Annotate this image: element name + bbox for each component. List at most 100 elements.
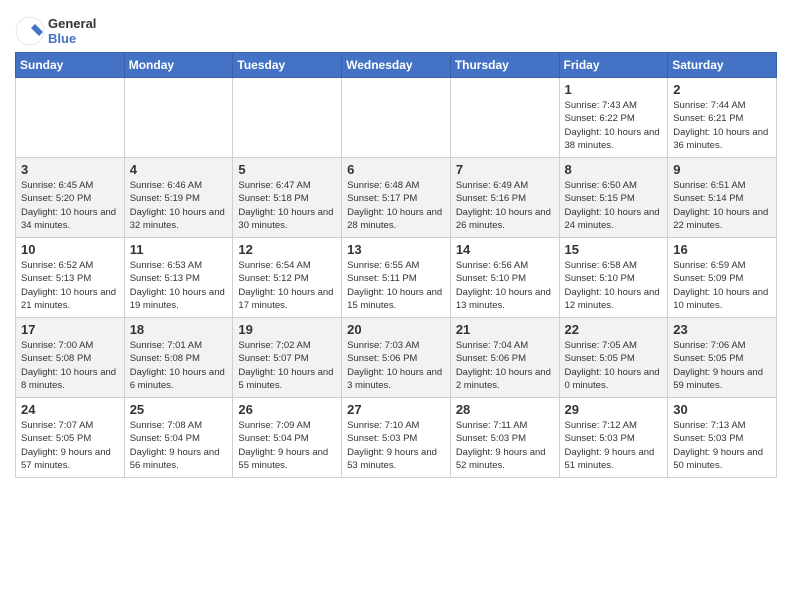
day-cell xyxy=(233,78,342,158)
day-info: Sunrise: 7:43 AM Sunset: 6:22 PM Dayligh… xyxy=(565,99,663,152)
day-number: 24 xyxy=(21,402,119,417)
day-number: 29 xyxy=(565,402,663,417)
header: General Blue xyxy=(15,10,777,46)
day-cell: 21 Sunrise: 7:04 AM Sunset: 5:06 PM Dayli… xyxy=(450,318,559,398)
day-cell: 8 Sunrise: 6:50 AM Sunset: 5:15 PM Daylig… xyxy=(559,158,668,238)
header-row: SundayMondayTuesdayWednesdayThursdayFrid… xyxy=(16,53,777,78)
day-info: Sunrise: 6:51 AM Sunset: 5:14 PM Dayligh… xyxy=(673,179,771,232)
day-info: Sunrise: 6:53 AM Sunset: 5:13 PM Dayligh… xyxy=(130,259,228,312)
day-info: Sunrise: 7:44 AM Sunset: 6:21 PM Dayligh… xyxy=(673,99,771,152)
day-number: 9 xyxy=(673,162,771,177)
day-info: Sunrise: 6:54 AM Sunset: 5:12 PM Dayligh… xyxy=(238,259,336,312)
day-cell xyxy=(342,78,451,158)
day-cell: 3 Sunrise: 6:45 AM Sunset: 5:20 PM Daylig… xyxy=(16,158,125,238)
day-cell: 30Sunrise: 7:13 AM Sunset: 5:03 PM Dayli… xyxy=(668,398,777,478)
header-thursday: Thursday xyxy=(450,53,559,78)
day-cell: 27 Sunrise: 7:10 AM Sunset: 5:03 PM Dayli… xyxy=(342,398,451,478)
week-row-1: 1 Sunrise: 7:43 AM Sunset: 6:22 PM Daylig… xyxy=(16,78,777,158)
day-cell xyxy=(16,78,125,158)
day-cell: 25Sunrise: 7:08 AM Sunset: 5:04 PM Dayli… xyxy=(124,398,233,478)
logo-general-text: General xyxy=(48,16,96,31)
day-number: 4 xyxy=(130,162,228,177)
day-cell: 1 Sunrise: 7:43 AM Sunset: 6:22 PM Daylig… xyxy=(559,78,668,158)
day-info: Sunrise: 7:04 AM Sunset: 5:06 PM Dayligh… xyxy=(456,339,554,392)
header-sunday: Sunday xyxy=(16,53,125,78)
day-cell: 16Sunrise: 6:59 AM Sunset: 5:09 PM Dayli… xyxy=(668,238,777,318)
day-number: 21 xyxy=(456,322,554,337)
day-cell: 15 Sunrise: 6:58 AM Sunset: 5:10 PM Dayli… xyxy=(559,238,668,318)
day-number: 5 xyxy=(238,162,336,177)
day-number: 6 xyxy=(347,162,445,177)
day-number: 7 xyxy=(456,162,554,177)
day-number: 2 xyxy=(673,82,771,97)
day-cell: 9 Sunrise: 6:51 AM Sunset: 5:14 PM Daylig… xyxy=(668,158,777,238)
header-wednesday: Wednesday xyxy=(342,53,451,78)
day-cell: 6 Sunrise: 6:48 AM Sunset: 5:17 PM Daylig… xyxy=(342,158,451,238)
day-number: 10 xyxy=(21,242,119,257)
week-row-2: 3 Sunrise: 6:45 AM Sunset: 5:20 PM Daylig… xyxy=(16,158,777,238)
day-cell: 7Sunrise: 6:49 AM Sunset: 5:16 PM Daylig… xyxy=(450,158,559,238)
day-number: 18 xyxy=(130,322,228,337)
day-cell xyxy=(450,78,559,158)
day-cell: 29Sunrise: 7:12 AM Sunset: 5:03 PM Dayli… xyxy=(559,398,668,478)
week-row-5: 24 Sunrise: 7:07 AM Sunset: 5:05 PM Dayli… xyxy=(16,398,777,478)
day-cell: 10 Sunrise: 6:52 AM Sunset: 5:13 PM Dayli… xyxy=(16,238,125,318)
logo-blue-text: Blue xyxy=(48,31,96,46)
day-info: Sunrise: 7:09 AM Sunset: 5:04 PM Dayligh… xyxy=(238,419,336,472)
day-cell: 17 Sunrise: 7:00 AM Sunset: 5:08 PM Dayli… xyxy=(16,318,125,398)
week-row-3: 10 Sunrise: 6:52 AM Sunset: 5:13 PM Dayli… xyxy=(16,238,777,318)
day-number: 20 xyxy=(347,322,445,337)
header-friday: Friday xyxy=(559,53,668,78)
day-number: 14 xyxy=(456,242,554,257)
day-cell: 11 Sunrise: 6:53 AM Sunset: 5:13 PM Dayli… xyxy=(124,238,233,318)
day-cell: 19 Sunrise: 7:02 AM Sunset: 5:07 PM Dayli… xyxy=(233,318,342,398)
day-number: 13 xyxy=(347,242,445,257)
day-cell: 2 Sunrise: 7:44 AM Sunset: 6:21 PM Daylig… xyxy=(668,78,777,158)
day-cell: 4 Sunrise: 6:46 AM Sunset: 5:19 PM Daylig… xyxy=(124,158,233,238)
day-cell: 13 Sunrise: 6:55 AM Sunset: 5:11 PM Dayli… xyxy=(342,238,451,318)
day-cell: 20 Sunrise: 7:03 AM Sunset: 5:06 PM Dayli… xyxy=(342,318,451,398)
day-info: Sunrise: 7:02 AM Sunset: 5:07 PM Dayligh… xyxy=(238,339,336,392)
day-number: 3 xyxy=(21,162,119,177)
day-info: Sunrise: 6:56 AM Sunset: 5:10 PM Dayligh… xyxy=(456,259,554,312)
day-number: 25 xyxy=(130,402,228,417)
day-number: 28 xyxy=(456,402,554,417)
day-info: Sunrise: 6:55 AM Sunset: 5:11 PM Dayligh… xyxy=(347,259,445,312)
day-info: Sunrise: 6:52 AM Sunset: 5:13 PM Dayligh… xyxy=(21,259,119,312)
day-info: Sunrise: 7:13 AM Sunset: 5:03 PM Dayligh… xyxy=(673,419,771,472)
day-info: Sunrise: 7:10 AM Sunset: 5:03 PM Dayligh… xyxy=(347,419,445,472)
day-cell xyxy=(124,78,233,158)
day-number: 15 xyxy=(565,242,663,257)
day-info: Sunrise: 7:07 AM Sunset: 5:05 PM Dayligh… xyxy=(21,419,119,472)
day-info: Sunrise: 6:59 AM Sunset: 5:09 PM Dayligh… xyxy=(673,259,771,312)
day-number: 17 xyxy=(21,322,119,337)
day-info: Sunrise: 6:45 AM Sunset: 5:20 PM Dayligh… xyxy=(21,179,119,232)
day-info: Sunrise: 6:47 AM Sunset: 5:18 PM Dayligh… xyxy=(238,179,336,232)
day-number: 12 xyxy=(238,242,336,257)
day-number: 23 xyxy=(673,322,771,337)
day-info: Sunrise: 6:46 AM Sunset: 5:19 PM Dayligh… xyxy=(130,179,228,232)
day-cell: 23 Sunrise: 7:06 AM Sunset: 5:05 PM Dayli… xyxy=(668,318,777,398)
day-cell: 26 Sunrise: 7:09 AM Sunset: 5:04 PM Dayli… xyxy=(233,398,342,478)
header-tuesday: Tuesday xyxy=(233,53,342,78)
day-info: Sunrise: 6:48 AM Sunset: 5:17 PM Dayligh… xyxy=(347,179,445,232)
day-info: Sunrise: 7:06 AM Sunset: 5:05 PM Dayligh… xyxy=(673,339,771,392)
day-number: 19 xyxy=(238,322,336,337)
day-info: Sunrise: 7:00 AM Sunset: 5:08 PM Dayligh… xyxy=(21,339,119,392)
day-cell: 14 Sunrise: 6:56 AM Sunset: 5:10 PM Dayli… xyxy=(450,238,559,318)
day-cell: 24 Sunrise: 7:07 AM Sunset: 5:05 PM Dayli… xyxy=(16,398,125,478)
day-cell: 22Sunrise: 7:05 AM Sunset: 5:05 PM Dayli… xyxy=(559,318,668,398)
day-cell: 18Sunrise: 7:01 AM Sunset: 5:08 PM Dayli… xyxy=(124,318,233,398)
day-number: 1 xyxy=(565,82,663,97)
day-number: 27 xyxy=(347,402,445,417)
day-number: 26 xyxy=(238,402,336,417)
day-info: Sunrise: 6:58 AM Sunset: 5:10 PM Dayligh… xyxy=(565,259,663,312)
day-info: Sunrise: 6:50 AM Sunset: 5:15 PM Dayligh… xyxy=(565,179,663,232)
day-cell: 12 Sunrise: 6:54 AM Sunset: 5:12 PM Dayli… xyxy=(233,238,342,318)
day-number: 11 xyxy=(130,242,228,257)
day-number: 8 xyxy=(565,162,663,177)
day-info: Sunrise: 7:03 AM Sunset: 5:06 PM Dayligh… xyxy=(347,339,445,392)
week-row-4: 17 Sunrise: 7:00 AM Sunset: 5:08 PM Dayli… xyxy=(16,318,777,398)
header-monday: Monday xyxy=(124,53,233,78)
day-cell: 28Sunrise: 7:11 AM Sunset: 5:03 PM Dayli… xyxy=(450,398,559,478)
